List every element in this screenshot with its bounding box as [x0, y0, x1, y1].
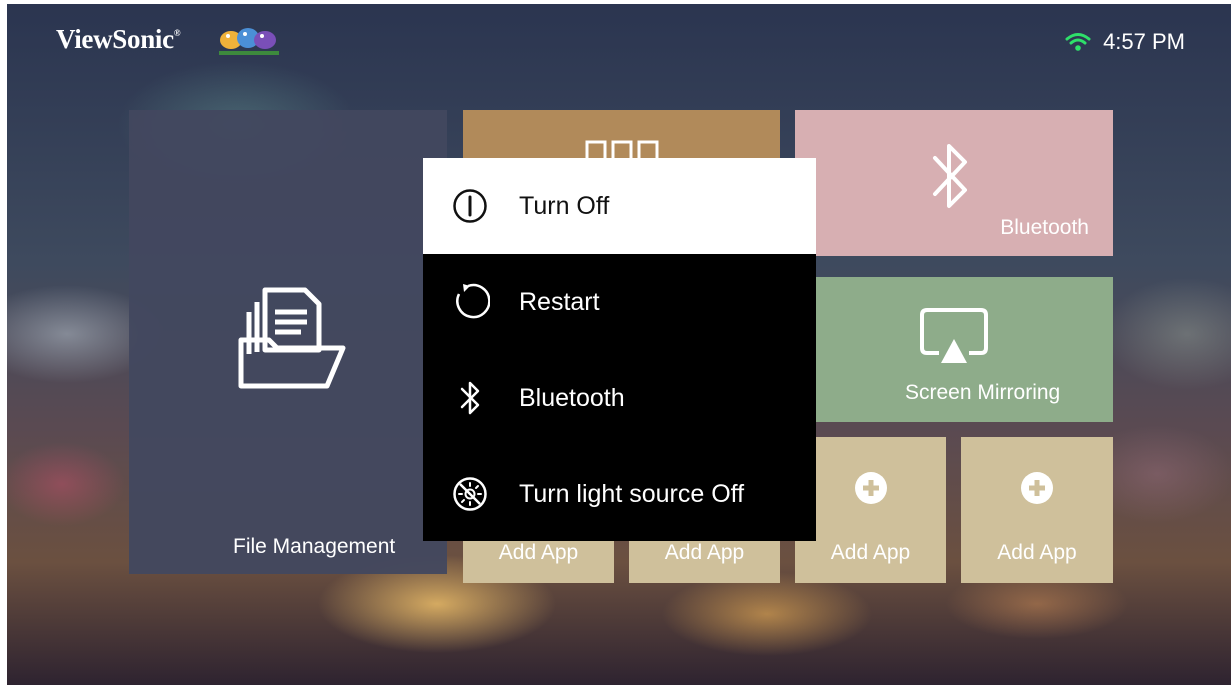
bluetooth-tile[interactable]: Bluetooth [795, 110, 1113, 256]
screen-mirroring-tile[interactable]: Screen Mirroring [795, 277, 1113, 422]
clock: 4:57 PM [1103, 29, 1185, 54]
home-screen: ViewSonic® 4:57 PM File Management Bluet… [7, 4, 1231, 685]
file-management-label: File Management [233, 535, 396, 558]
add-app-tile-4[interactable]: Add App [961, 437, 1113, 583]
status-bar: 4:57 PM [1065, 29, 1185, 55]
light-off-icon [445, 476, 495, 512]
add-app-label: Add App [498, 541, 579, 564]
bluetooth-icon [933, 144, 967, 208]
wifi-icon [1065, 33, 1091, 51]
menu-item-bluetooth[interactable]: Bluetooth [423, 350, 816, 446]
add-app-label: Add App [664, 541, 745, 564]
menu-item-restart[interactable]: Restart [423, 254, 816, 350]
birds-logo-icon [219, 28, 279, 55]
screen-mirroring-label: Screen Mirroring [905, 381, 1061, 404]
restart-icon [445, 282, 495, 322]
bluetooth-icon [445, 379, 495, 417]
power-menu: Turn Off Restart Bluetooth Turn light so… [423, 158, 816, 541]
menu-item-turn-off[interactable]: Turn Off [423, 158, 816, 254]
menu-item-label: Bluetooth [519, 383, 625, 412]
add-app-label: Add App [830, 541, 911, 564]
power-icon [445, 188, 495, 224]
menu-item-label: Restart [519, 287, 600, 316]
menu-item-light-source-off[interactable]: Turn light source Off [423, 446, 816, 542]
menu-item-label: Turn Off [519, 191, 610, 220]
add-icon [1021, 472, 1053, 504]
brand-text: ViewSonic [56, 24, 174, 54]
folder-icon [238, 287, 346, 389]
brand-mark: ® [173, 28, 181, 38]
file-management-tile[interactable]: File Management [129, 110, 447, 574]
viewsonic-logo: ViewSonic® [56, 24, 181, 55]
bluetooth-tile-label: Bluetooth [1000, 216, 1089, 239]
add-app-label: Add App [997, 541, 1077, 564]
add-app-tile-3[interactable]: Add App [795, 437, 946, 583]
apps-grid-icon [585, 140, 659, 160]
menu-item-label: Turn light source Off [519, 479, 745, 508]
screen-mirroring-icon [920, 308, 988, 363]
add-icon [854, 472, 887, 504]
